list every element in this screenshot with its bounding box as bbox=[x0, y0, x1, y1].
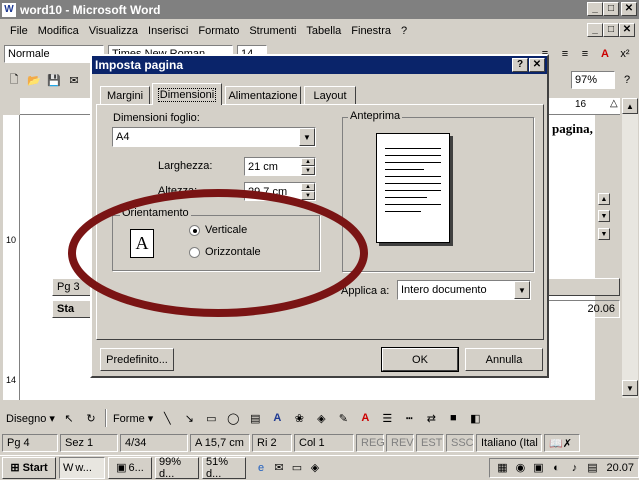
spelling-status-icon[interactable]: 📖✗ bbox=[544, 434, 580, 452]
dash-style-icon[interactable]: ┅ bbox=[401, 410, 417, 426]
wordart-icon[interactable]: A bbox=[269, 410, 285, 426]
fill-color-icon[interactable]: ◈ bbox=[313, 410, 329, 426]
draw-menu[interactable]: Disegno ▾ bbox=[6, 412, 55, 425]
taskbar-word-label: w... bbox=[75, 461, 92, 474]
ellipse-icon[interactable]: ◯ bbox=[225, 410, 241, 426]
taskbar: ⊞ Start Ww... ▣ 6... 99% d... 51% d... e … bbox=[0, 455, 639, 480]
status-rev[interactable]: REV bbox=[386, 434, 414, 452]
start-label: Start bbox=[22, 461, 48, 474]
windows-logo-icon: ⊞ bbox=[10, 462, 20, 474]
taskbar-task-4-label: 51% d... bbox=[206, 455, 229, 480]
taskbar-task-3[interactable]: 99% d... bbox=[155, 455, 199, 480]
tray-icon-1[interactable]: ▦ bbox=[494, 460, 510, 476]
tray-icon-2[interactable]: ◉ bbox=[512, 460, 528, 476]
arrow-style-icon[interactable]: ⇄ bbox=[423, 410, 439, 426]
tray-icon-3[interactable]: ▣ bbox=[530, 460, 546, 476]
status-column: Col 1 bbox=[294, 434, 354, 452]
shadow-icon[interactable]: ■ bbox=[445, 410, 461, 426]
status-language: Italiano (Ital bbox=[476, 434, 542, 452]
start-button[interactable]: ⊞ Start bbox=[2, 456, 56, 479]
draw-menu-label: Disegno bbox=[6, 412, 47, 425]
taskbar-task-3-label: 99% d... bbox=[159, 455, 182, 480]
status-section: Sez 1 bbox=[60, 434, 118, 452]
outlook-quicklaunch-icon[interactable]: ✉ bbox=[271, 460, 287, 476]
status-position: A 15,7 cm bbox=[190, 434, 250, 452]
word-task-icon: W bbox=[63, 461, 74, 474]
select-arrow-icon[interactable]: ↖ bbox=[61, 410, 77, 426]
tab-dimensioni-label: Dimensioni bbox=[157, 87, 217, 102]
font-color-drawing-icon[interactable]: A bbox=[357, 410, 373, 426]
line-icon[interactable]: ╲ bbox=[159, 410, 175, 426]
autoshapes-menu[interactable]: Forme ▾ bbox=[113, 412, 153, 425]
task-2-icon: ▣ bbox=[116, 462, 127, 474]
line-style-icon[interactable]: ☰ bbox=[379, 410, 395, 426]
line-color-icon[interactable]: ✎ bbox=[335, 410, 351, 426]
channel-quicklaunch-icon[interactable]: ◈ bbox=[307, 460, 323, 476]
textbox-icon[interactable]: ▤ bbox=[247, 410, 263, 426]
status-ext[interactable]: EST bbox=[416, 434, 444, 452]
tray-icon-5[interactable]: ♪ bbox=[566, 460, 582, 476]
ie-quicklaunch-icon[interactable]: e bbox=[253, 460, 269, 476]
autoshapes-menu-label: Forme bbox=[112, 412, 145, 425]
clipart-icon[interactable]: ❀ bbox=[291, 410, 307, 426]
status-pages: 4/34 bbox=[120, 434, 188, 452]
status-ovr[interactable]: SSC bbox=[446, 434, 474, 452]
rotate-icon[interactable]: ↻ bbox=[83, 410, 99, 426]
tray-icon-6[interactable]: ▤ bbox=[584, 460, 600, 476]
drawing-toolbar: Disegno ▾ ↖ ↻ Forme ▾ ╲ ↘ ▭ ◯ ▤ A ❀ ◈ ✎ … bbox=[0, 406, 639, 430]
3d-icon[interactable]: ◧ bbox=[467, 410, 483, 426]
status-rec[interactable]: REG bbox=[356, 434, 385, 452]
system-tray: ▦ ◉ ▣ ◐ ♪ ▤ 20.07 bbox=[489, 457, 639, 478]
taskbar-clock: 20.07 bbox=[606, 461, 634, 474]
rectangle-icon[interactable]: ▭ bbox=[203, 410, 219, 426]
taskbar-task-2-label: 6... bbox=[128, 461, 144, 474]
taskbar-task-2[interactable]: ▣ 6... bbox=[108, 456, 152, 479]
status-page: Pg 4 bbox=[2, 434, 58, 452]
toolbar-separator bbox=[104, 409, 107, 427]
taskbar-task-4[interactable]: 51% d... bbox=[202, 455, 246, 480]
taskbar-word[interactable]: Ww... bbox=[59, 456, 105, 479]
tray-icon-4[interactable]: ◐ bbox=[548, 460, 564, 476]
status-bar: Pg 4 Sez 1 4/34 A 15,7 cm Ri 2 Col 1 REG… bbox=[0, 433, 639, 453]
status-line: Ri 2 bbox=[252, 434, 292, 452]
desktop-quicklaunch-icon[interactable]: ▭ bbox=[289, 460, 305, 476]
arrow-icon[interactable]: ↘ bbox=[181, 410, 197, 426]
tab-dimensioni[interactable]: Dimensioni bbox=[152, 83, 222, 105]
